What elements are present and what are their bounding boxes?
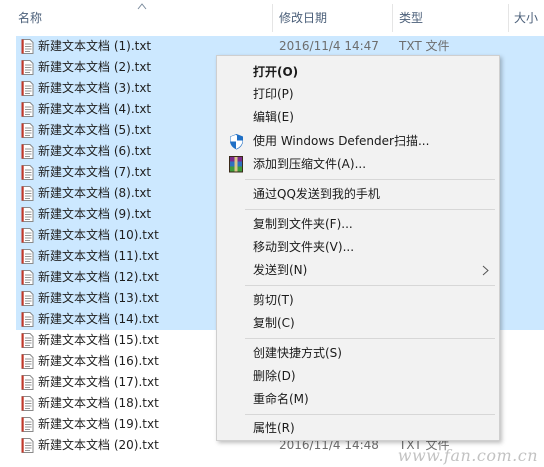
text-file-icon xyxy=(21,312,34,327)
text-file-icon xyxy=(21,207,34,222)
menu-separator xyxy=(245,209,495,210)
file-modified-date: 2016/11/4 14:47 xyxy=(279,39,379,53)
menu-item-label: 创建快捷方式(S) xyxy=(253,346,342,360)
text-file-icon xyxy=(21,333,34,348)
file-name: 新建文本文档 (15).txt xyxy=(38,333,159,347)
column-header-type[interactable]: 类型 xyxy=(399,0,423,34)
shield-icon xyxy=(230,134,243,150)
menu-item-label: 打开(O) xyxy=(253,65,299,79)
menu-item-label: 移动到文件夹(V)... xyxy=(253,240,355,254)
menu-item-cut[interactable]: 剪切(T) xyxy=(217,289,499,311)
column-header-size[interactable]: 大小 xyxy=(514,0,538,34)
column-divider[interactable] xyxy=(392,4,393,32)
menu-item-delete[interactable]: 删除(D) xyxy=(217,365,499,387)
text-file-icon xyxy=(21,438,34,453)
menu-item-label: 属性(R) xyxy=(253,421,295,435)
menu-item-label: 复制到文件夹(F)... xyxy=(253,217,353,231)
menu-item-open[interactable]: 打开(O) xyxy=(217,61,499,83)
text-file-icon xyxy=(21,186,34,201)
text-file-icon xyxy=(21,249,34,264)
menu-item-label: 打印(P) xyxy=(253,87,294,101)
file-name: 新建文本文档 (6).txt xyxy=(38,144,152,158)
file-name: 新建文本文档 (14).txt xyxy=(38,312,159,326)
menu-item-label: 剪切(T) xyxy=(253,293,294,307)
file-type: TXT 文件 xyxy=(399,39,450,53)
winrar-icon xyxy=(229,156,243,173)
menu-item-label: 删除(D) xyxy=(253,369,296,383)
file-row[interactable]: 新建文本文档 (1).txt 2016/11/4 14:47 TXT 文件 xyxy=(16,36,544,57)
menu-item-label: 添加到压缩文件(A)... xyxy=(253,157,367,171)
text-file-icon xyxy=(21,81,34,96)
chevron-right-icon xyxy=(482,265,489,276)
file-name: 新建文本文档 (11).txt xyxy=(38,249,159,263)
menu-item-create-shortcut[interactable]: 创建快捷方式(S) xyxy=(217,342,499,364)
menu-item-label: 通过QQ发送到我的手机 xyxy=(253,187,380,201)
file-name: 新建文本文档 (17).txt xyxy=(38,375,159,389)
menu-item-edit[interactable]: 编辑(E) xyxy=(217,106,499,128)
text-file-icon xyxy=(21,375,34,390)
text-file-icon xyxy=(21,291,34,306)
file-name: 新建文本文档 (1).txt xyxy=(38,39,152,53)
text-file-icon xyxy=(21,60,34,75)
text-file-icon xyxy=(21,123,34,138)
file-name: 新建文本文档 (4).txt xyxy=(38,102,152,116)
text-file-icon xyxy=(21,39,34,54)
column-header-bar: 名称 修改日期 类型 大小 xyxy=(0,0,544,34)
menu-item-properties[interactable]: 属性(R) xyxy=(217,417,499,439)
text-file-icon xyxy=(21,165,34,180)
text-file-icon xyxy=(21,102,34,117)
file-name: 新建文本文档 (8).txt xyxy=(38,186,152,200)
menu-item-send-to[interactable]: 发送到(N) xyxy=(217,259,499,281)
file-name: 新建文本文档 (20).txt xyxy=(38,438,159,452)
sort-ascending-icon xyxy=(137,3,147,10)
menu-separator xyxy=(245,414,495,415)
text-file-icon xyxy=(21,144,34,159)
column-divider[interactable] xyxy=(508,4,509,32)
text-file-icon xyxy=(21,396,34,411)
menu-item-label: 重命名(M) xyxy=(253,392,309,406)
menu-item-move-to-folder[interactable]: 移动到文件夹(V)... xyxy=(217,236,499,258)
menu-separator xyxy=(245,179,495,180)
menu-item-copy[interactable]: 复制(C) xyxy=(217,312,499,334)
column-header-date[interactable]: 修改日期 xyxy=(279,0,327,34)
menu-item-label: 使用 Windows Defender扫描... xyxy=(253,134,430,148)
menu-item-rename[interactable]: 重命名(M) xyxy=(217,388,499,410)
file-name: 新建文本文档 (13).txt xyxy=(38,291,159,305)
text-file-icon xyxy=(21,354,34,369)
file-name: 新建文本文档 (10).txt xyxy=(38,228,159,242)
watermark: www.fan.com.cn xyxy=(397,446,538,465)
menu-item-print[interactable]: 打印(P) xyxy=(217,83,499,105)
text-file-icon xyxy=(21,228,34,243)
text-file-icon xyxy=(21,270,34,285)
column-divider[interactable] xyxy=(272,4,273,32)
menu-item-label: 发送到(N) xyxy=(253,263,308,277)
file-name: 新建文本文档 (12).txt xyxy=(38,270,159,284)
menu-separator xyxy=(245,285,495,286)
menu-separator xyxy=(245,338,495,339)
file-name: 新建文本文档 (18).txt xyxy=(38,396,159,410)
menu-item-defender-scan[interactable]: 使用 Windows Defender扫描... xyxy=(217,130,499,152)
file-name: 新建文本文档 (5).txt xyxy=(38,123,152,137)
file-name: 新建文本文档 (7).txt xyxy=(38,165,152,179)
context-menu: 打开(O) 打印(P) 编辑(E) 使用 Windows Defender扫描.… xyxy=(216,55,500,441)
file-name: 新建文本文档 (3).txt xyxy=(38,81,152,95)
text-file-icon xyxy=(21,417,34,432)
menu-item-label: 编辑(E) xyxy=(253,110,294,124)
file-name: 新建文本文档 (19).txt xyxy=(38,417,159,431)
menu-item-send-qq[interactable]: 通过QQ发送到我的手机 xyxy=(217,183,499,205)
column-header-name[interactable]: 名称 xyxy=(18,0,42,34)
file-name: 新建文本文档 (2).txt xyxy=(38,60,152,74)
file-name: 新建文本文档 (9).txt xyxy=(38,207,152,221)
menu-item-label: 复制(C) xyxy=(253,316,295,330)
file-name: 新建文本文档 (16).txt xyxy=(38,354,159,368)
menu-item-copy-to-folder[interactable]: 复制到文件夹(F)... xyxy=(217,213,499,235)
menu-item-add-to-archive[interactable]: 添加到压缩文件(A)... xyxy=(217,153,499,175)
